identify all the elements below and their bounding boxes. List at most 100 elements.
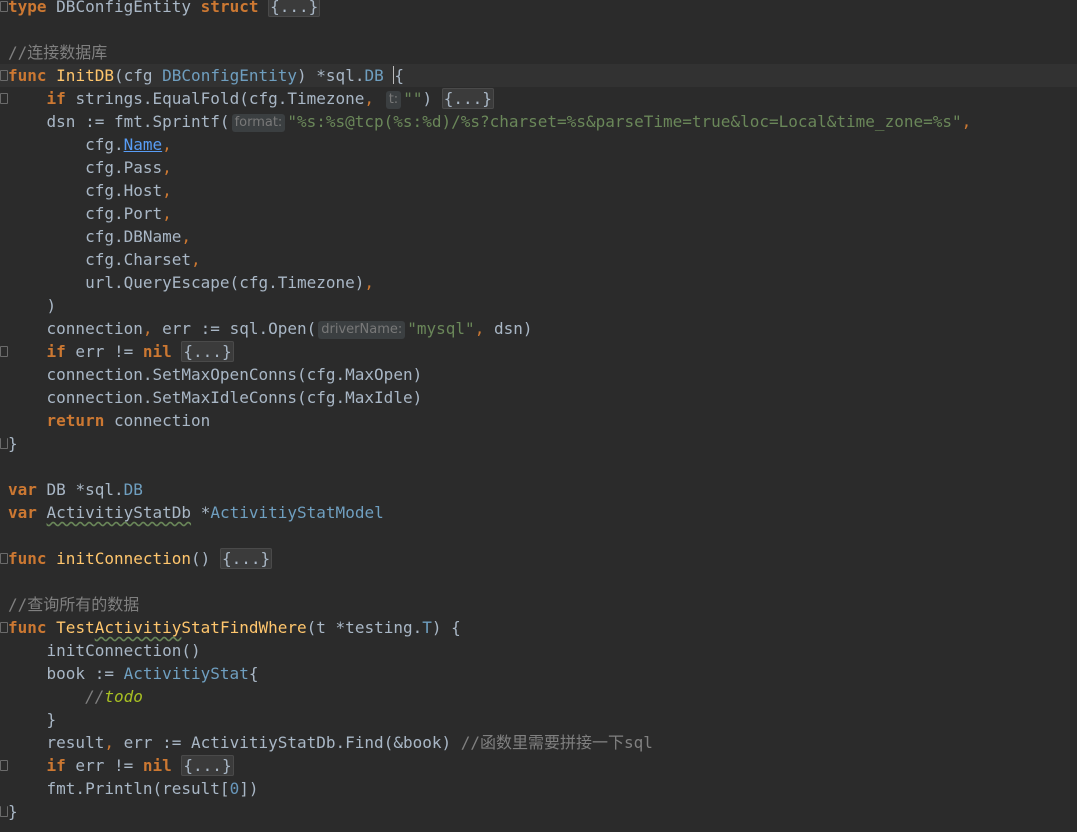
code-editor[interactable]: type DBConfigEntity struct {...} //连接数据库… [0,0,1077,832]
parameter-hint: t: [385,91,402,109]
code-text: cfg. [85,227,124,246]
code-text: { [441,618,461,637]
string-literal: "%s:%s@tcp(%s:%d)/%s?charset=%s&parseTim… [287,112,962,131]
function-name: Test [56,618,95,637]
folded-region[interactable]: {...} [268,0,321,17]
fold-marker-icon[interactable] [0,346,8,357]
parameter-hint: driverName: [318,321,406,339]
comment: //查询所有的数据 [8,595,140,614]
code-text: err != [65,342,143,361]
code-line: dsn := fmt.Sprintf(format: "%s:%s@tcp(%s:… [0,110,1077,133]
code-line-current: func InitDB(cfg DBConfigEntity) *sql.DB … [0,64,1077,87]
fold-marker-icon[interactable] [0,760,8,771]
todo-comment: //todo [85,687,143,706]
code-text: sql. [325,66,365,85]
type-name: DB [364,66,384,85]
function-name-warning[interactable]: Activitiy [95,618,182,637]
string-literal: "mysql" [407,319,475,338]
function-name: StatFindWhere [181,618,307,637]
folded-region[interactable]: {...} [181,755,234,776]
code-text: cfg. [85,181,124,200]
code-text: } [8,802,18,821]
keyword: if [46,342,66,361]
type-name: T [422,618,432,637]
code-line: return connection [0,409,1077,432]
comma: , [364,273,375,292]
string-literal: "" [403,89,423,108]
code-text: err != [65,756,143,775]
fold-marker-icon[interactable] [0,1,8,12]
fold-marker-icon[interactable] [0,70,8,81]
identifier: connection [46,319,143,338]
code-line: type DBConfigEntity struct {...} [0,0,1077,18]
code-line: } [0,432,1077,455]
code-text: strings.EqualFold(cfg.Timezone [75,89,365,108]
code-text: url.QueryEscape(cfg.Timezone) [85,273,365,292]
code-line: cfg.Port, [0,202,1077,225]
identifier: cfg [123,66,153,85]
keyword: var [8,480,37,499]
fold-end-marker-icon[interactable] [0,806,8,817]
code-text: cfg. [85,204,124,223]
comma: , [104,733,114,752]
code-line: book := ActivitiyStat{ [0,662,1077,685]
field: Pass [123,158,163,177]
code-line: connection.SetMaxIdleConns(cfg.MaxIdle) [0,386,1077,409]
code-text: cfg. [85,250,124,269]
keyword: return [46,411,105,430]
fold-marker-icon[interactable] [0,622,8,633]
todo-label: todo [104,687,143,706]
code-text: dsn) [484,319,533,338]
fold-marker-icon[interactable] [0,93,8,104]
comma: , [142,319,153,338]
field: Charset [123,250,192,269]
punctuation: ) [422,89,433,108]
code-line: initConnection() [0,639,1077,662]
code-line: cfg.Charset, [0,248,1077,271]
keyword: nil [142,342,172,361]
code-text: connection.SetMaxOpenConns(cfg.MaxOpen) [46,365,423,384]
fold-marker-icon[interactable] [0,553,8,564]
code-text: initConnection() [46,641,201,660]
code-text: cfg. [85,158,124,177]
comma: , [162,135,172,154]
type-name: DBConfigEntity [162,66,298,85]
type-name: ActivitiyStat [123,664,249,683]
keyword: func [8,66,47,85]
keyword: if [46,89,66,108]
code-text: t *testing. [316,618,423,637]
code-text: fmt.Println(result[ [46,779,230,798]
code-line: result, err := ActivitiyStatDb.Find(&boo… [0,731,1077,754]
field-link[interactable]: Name [124,135,163,154]
punctuation: ( [306,618,317,637]
code-text: } [8,434,18,453]
fold-end-marker-icon[interactable] [0,438,8,449]
folded-region[interactable]: {...} [219,548,273,569]
comma: , [162,158,172,177]
keyword: if [46,756,66,775]
code-text: () [191,549,220,568]
folded-region[interactable]: {...} [181,341,234,362]
folded-region[interactable]: {...} [441,88,494,109]
comma: , [364,89,375,108]
code-line: if strings.EqualFold(cfg.Timezone, t: "")… [0,87,1077,110]
code-line: ) [0,294,1077,317]
identifier: result [46,733,105,752]
comma: , [191,250,201,269]
code-text: DB * [46,480,86,499]
identifier: connection [113,411,211,430]
punctuation: ) [46,296,57,315]
comment: // [85,687,105,706]
code-line: cfg.Name, [0,133,1077,156]
comma: , [181,227,192,246]
type-name: DB [123,480,143,499]
identifier-warning[interactable]: ActivitiyStatDb [47,503,192,522]
punctuation: ( [113,66,124,85]
code-line: if err != nil {...} [0,754,1077,777]
keyword: type [8,0,47,16]
code-line: //连接数据库 [0,41,1077,64]
code-line: } [0,708,1077,731]
punctuation: ) [431,618,442,637]
function-name: initConnection [56,549,192,568]
code-line: func TestActivitiyStatFindWhere(t *testi… [0,616,1077,639]
